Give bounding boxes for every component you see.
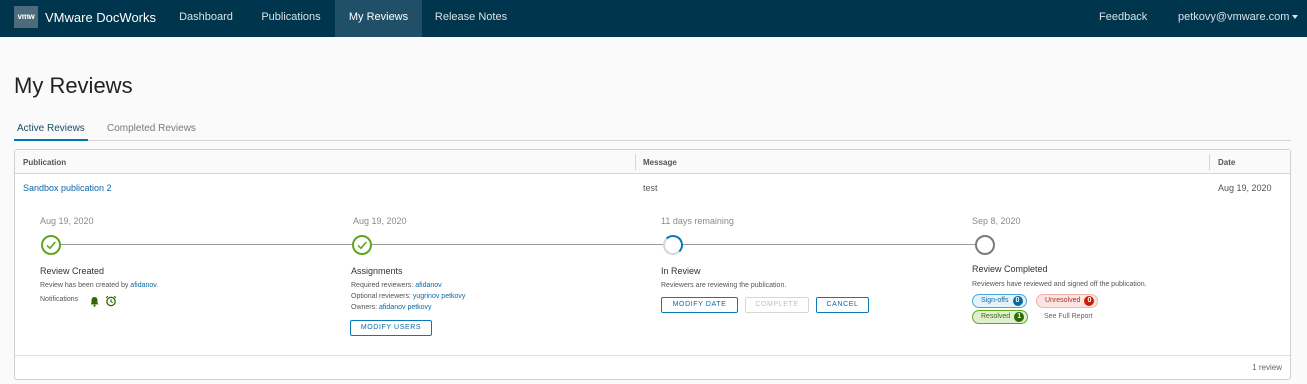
- tab-completed-reviews[interactable]: Completed Reviews: [107, 123, 196, 134]
- check-circle-icon: [352, 235, 372, 255]
- unresolved-count: 0: [1084, 296, 1095, 306]
- top-navbar: vmw VMware DocWorks Dashboard Publicatio…: [0, 0, 1307, 37]
- bell-icon[interactable]: [89, 294, 100, 312]
- review-timeline: [59, 244, 986, 245]
- pending-circle-icon: [975, 235, 995, 255]
- date-cell: Aug 19, 2020: [1218, 183, 1272, 193]
- signoffs-count: 0: [1012, 296, 1023, 306]
- optional-reviewers: Optional reviewers: yugrinov petkovy: [351, 293, 466, 300]
- user-email: petkovy@vmware.com: [1178, 11, 1290, 23]
- step-in-review-title: In Review: [661, 266, 701, 276]
- column-header-date[interactable]: Date: [1218, 158, 1235, 167]
- creator-name: afidanov.: [130, 282, 159, 289]
- step-completed-title: Review Completed: [972, 264, 1048, 274]
- message-cell: test: [643, 183, 658, 193]
- owner-name[interactable]: petkovy: [407, 304, 431, 311]
- step-in-review-date: 11 days remaining: [661, 216, 734, 226]
- table-header: Publication Message Date: [15, 150, 1290, 174]
- chevron-down-icon: [1292, 15, 1299, 20]
- vmw-logo[interactable]: vmw: [14, 6, 38, 28]
- app-name[interactable]: VMware DocWorks: [45, 10, 156, 25]
- required-reviewer-name[interactable]: afidanov: [415, 282, 441, 289]
- step-completed-date: Sep 8, 2020: [972, 216, 1021, 226]
- nav-my-reviews[interactable]: My Reviews: [335, 0, 422, 37]
- publication-link[interactable]: Sandbox publication 2: [23, 183, 112, 193]
- column-header-message[interactable]: Message: [643, 158, 677, 167]
- nav-publications[interactable]: Publications: [249, 0, 333, 37]
- column-separator[interactable]: [1209, 154, 1210, 170]
- column-separator[interactable]: [635, 154, 636, 170]
- feedback-link[interactable]: Feedback: [1099, 0, 1147, 37]
- modify-date-button[interactable]: MODIFY DATE: [661, 297, 738, 313]
- user-menu[interactable]: petkovy@vmware.com: [1178, 0, 1299, 37]
- step-created-text: Review has been created by afidanov.: [40, 282, 159, 289]
- complete-button[interactable]: COMPLETE: [745, 297, 809, 313]
- resolved-badge[interactable]: Resolved 1: [972, 310, 1029, 324]
- owners: Owners: afidanov petkovy: [351, 304, 432, 311]
- alarm-clock-icon[interactable]: [105, 294, 117, 312]
- step-assignments-date: Aug 19, 2020: [353, 216, 407, 226]
- step-completed-text: Reviewers have reviewed and signed off t…: [972, 281, 1147, 288]
- owner-name[interactable]: afidanov: [379, 304, 405, 311]
- active-tab-indicator: [14, 139, 88, 141]
- signoffs-badge[interactable]: Sign-offs 0: [972, 294, 1027, 308]
- nav-release-notes[interactable]: Release Notes: [424, 0, 518, 37]
- modify-users-button[interactable]: MODIFY USERS: [350, 320, 432, 336]
- tab-active-reviews[interactable]: Active Reviews: [17, 123, 85, 134]
- table-footer-count: 1 review: [1252, 363, 1282, 372]
- cancel-button[interactable]: CANCEL: [816, 297, 869, 313]
- step-assignments-title: Assignments: [351, 266, 403, 276]
- reviews-table: Publication Message Date Sandbox publica…: [14, 149, 1291, 380]
- unresolved-badge[interactable]: Unresolved 0: [1036, 294, 1099, 308]
- optional-reviewer-name[interactable]: yugrinov: [413, 293, 439, 300]
- step-in-review-text: Reviewers are reviewing the publication.: [661, 282, 787, 289]
- resolved-count: 1: [1014, 312, 1025, 322]
- step-created-title: Review Created: [40, 266, 105, 276]
- optional-reviewer-name[interactable]: petkovy: [441, 293, 465, 300]
- notifications-label: Notifications: [40, 296, 79, 303]
- check-circle-icon: [41, 235, 61, 255]
- required-reviewers: Required reviewers: afidanov: [351, 282, 442, 289]
- page-title: My Reviews: [14, 73, 133, 98]
- see-full-report-link[interactable]: See Full Report: [1044, 313, 1093, 320]
- table-footer-divider: [15, 355, 1290, 356]
- tabs-divider: [14, 140, 1291, 141]
- step-created-date: Aug 19, 2020: [40, 216, 94, 226]
- progress-spinner-icon: [663, 235, 683, 255]
- column-header-publication[interactable]: Publication: [23, 158, 66, 167]
- nav-dashboard[interactable]: Dashboard: [166, 0, 246, 37]
